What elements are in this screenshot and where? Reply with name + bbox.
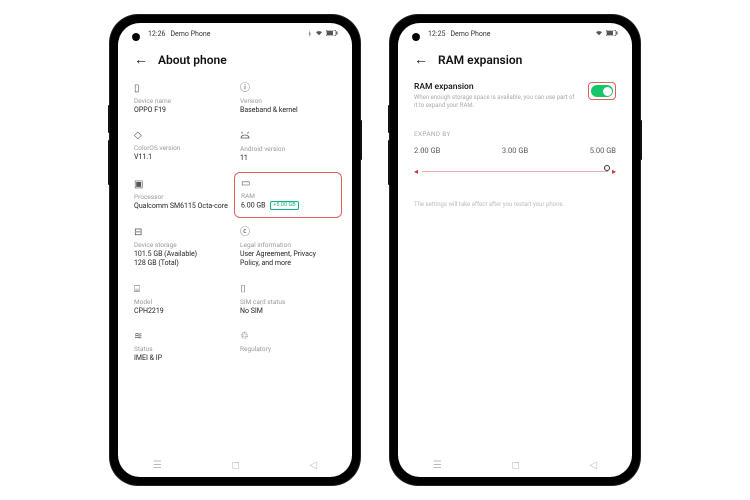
wifi-icon xyxy=(315,30,323,38)
android-navbar: ☰ ◻ ◁ xyxy=(398,453,632,477)
expand-option[interactable]: 2.00 GB xyxy=(414,146,440,155)
page-title: About phone xyxy=(158,53,227,67)
header: ← About phone xyxy=(118,45,352,78)
camera-hole-icon xyxy=(412,33,420,41)
about-item-regulatory[interactable]: ♲ Regulatory xyxy=(240,326,336,367)
cpu-icon: ▣ xyxy=(134,180,230,190)
statusbar: 12:26 Demo Phone ᚼ xyxy=(118,23,352,45)
status-time: 12:25 xyxy=(428,30,445,38)
expand-option[interactable]: 3.00 GB xyxy=(502,146,528,155)
expand-by-label: EXPAND BY xyxy=(414,130,616,138)
ram-toggle-highlight xyxy=(588,82,616,100)
restart-note: The settings will take effect after you … xyxy=(414,201,616,208)
battery-icon xyxy=(326,30,338,38)
android-icon xyxy=(240,131,336,142)
about-item-sim[interactable]: ⌷ SIM card status No SIM xyxy=(240,279,336,320)
nav-back-icon[interactable]: ◁ xyxy=(589,460,597,471)
about-item-status[interactable]: ≋ Status IMEI & IP xyxy=(134,326,230,367)
storage-icon: ⊟ xyxy=(134,228,230,238)
status-icon: ≋ xyxy=(134,332,230,342)
nav-home-icon[interactable]: ◻ xyxy=(231,460,239,471)
bluetooth-icon: ᚼ xyxy=(308,30,312,38)
nav-back-icon[interactable]: ◁ xyxy=(309,460,317,471)
status-label: Demo Phone xyxy=(450,30,490,38)
sim-icon: ⌷ xyxy=(240,285,336,295)
wifi-icon xyxy=(595,30,603,38)
expand-options: 2.00 GB 3.00 GB 5.00 GB xyxy=(414,146,616,155)
back-arrow-icon[interactable]: ← xyxy=(134,51,148,68)
phone-left: 12:26 Demo Phone ᚼ ← About phone ▯ D xyxy=(110,15,360,485)
page-title: RAM expansion xyxy=(438,53,522,67)
status-label: Demo Phone xyxy=(170,30,210,38)
ram-expansion-desc: When enough storage space is available, … xyxy=(414,94,578,110)
phone-icon: ▯ xyxy=(134,84,230,94)
ram-expansion-row: RAM expansion When enough storage space … xyxy=(414,78,616,124)
expand-slider[interactable]: ◂ ▸ xyxy=(414,161,616,179)
ram-expansion-badge: +5.00 GB xyxy=(270,201,298,210)
header: ← RAM expansion xyxy=(398,45,632,78)
ram-expansion-title: RAM expansion xyxy=(414,82,578,92)
ram-expansion-toggle[interactable] xyxy=(591,85,613,97)
about-item-processor[interactable]: ▣ Processor Qualcomm SM6115 Octa-core xyxy=(134,174,230,216)
ram-value: 6.00 GB xyxy=(241,201,266,209)
camera-hole-icon xyxy=(132,33,140,41)
about-item-android[interactable]: Android version 11 xyxy=(240,125,336,167)
ram-icon: ▭ xyxy=(241,179,335,189)
about-item-coloros[interactable]: ◇ ColorOS version V11.1 xyxy=(134,125,230,167)
about-item-ram[interactable]: ▭ RAM 6.00 GB +5.00 GB xyxy=(234,172,342,218)
expand-option[interactable]: 5.00 GB xyxy=(590,146,616,155)
about-item-version[interactable]: ⓘ Version Baseband & kernel xyxy=(240,78,336,119)
about-item-storage[interactable]: ⊟ Device storage 101.5 GB (Available) 12… xyxy=(134,222,230,273)
battery-icon xyxy=(606,30,618,38)
about-item-model[interactable]: ⌸ Model CPH2219 xyxy=(134,279,230,320)
back-arrow-icon[interactable]: ← xyxy=(414,51,428,68)
statusbar: 12:25 Demo Phone xyxy=(398,23,632,45)
arrow-left-icon: ◂ xyxy=(414,167,418,176)
phone-right: 12:25 Demo Phone ← RAM expansion RAM exp… xyxy=(390,15,640,485)
coloros-icon: ◇ xyxy=(134,131,230,141)
regulatory-icon: ♲ xyxy=(240,332,336,342)
about-item-legal[interactable]: ⓒ Legal information User Agreement, Priv… xyxy=(240,222,336,273)
arrow-right-icon: ▸ xyxy=(612,167,616,176)
nav-home-icon[interactable]: ◻ xyxy=(511,460,519,471)
nav-recent-icon[interactable]: ☰ xyxy=(153,460,162,471)
info-icon: ⓘ xyxy=(240,84,336,94)
legal-icon: ⓒ xyxy=(240,228,336,238)
about-item-device-name[interactable]: ▯ Device name OPPO F19 xyxy=(134,78,230,119)
model-icon: ⌸ xyxy=(134,285,230,295)
slider-knob-icon[interactable] xyxy=(604,165,610,171)
android-navbar: ☰ ◻ ◁ xyxy=(118,453,352,477)
status-time: 12:26 xyxy=(148,30,165,38)
nav-recent-icon[interactable]: ☰ xyxy=(433,460,442,471)
